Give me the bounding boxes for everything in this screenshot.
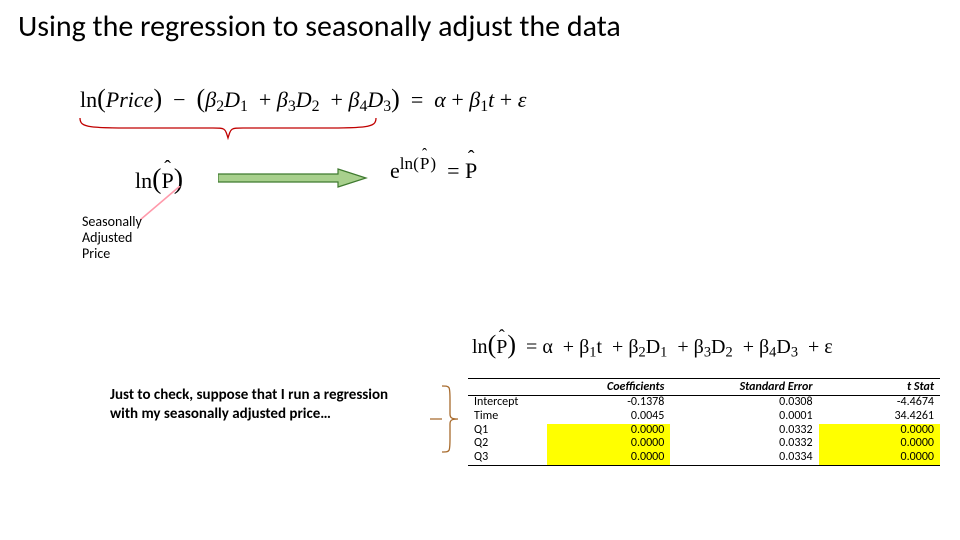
underbrace-icon bbox=[78, 116, 378, 144]
table-row: Q30.00000.03340.0000 bbox=[468, 451, 940, 465]
arrow-right-icon bbox=[218, 168, 368, 188]
connector-line-icon bbox=[140, 186, 220, 226]
table-cell: 0.0332 bbox=[670, 437, 818, 451]
col-coefficients: Coefficients bbox=[547, 379, 671, 396]
equation-3: ln(P) = α + β1t + β2D1 + β3D2 + β4D3 + ε bbox=[472, 330, 833, 360]
table-cell: 0.0334 bbox=[670, 451, 818, 465]
col-standard-error: Standard Error bbox=[670, 379, 818, 396]
table-cell: 0.0001 bbox=[670, 410, 818, 424]
table-cell: 0.0000 bbox=[547, 451, 671, 465]
equation-1: ln(Price) − (β2D1 + β3D2 + β4D3) = α + β… bbox=[80, 84, 526, 114]
table-cell: 0.0000 bbox=[547, 437, 671, 451]
table-row: Q10.00000.03320.0000 bbox=[468, 424, 940, 438]
table-cell: Q2 bbox=[468, 437, 547, 451]
table-cell: 0.0332 bbox=[670, 424, 818, 438]
col-blank bbox=[468, 379, 547, 396]
regression-table: Coefficients Standard Error t Stat Inter… bbox=[468, 378, 940, 466]
table-cell: -4.4674 bbox=[819, 396, 940, 410]
table-cell: 0.0308 bbox=[670, 396, 818, 410]
table-cell: 34.4261 bbox=[819, 410, 940, 424]
table-cell: 0.0000 bbox=[819, 451, 940, 465]
table-row: Time0.00450.000134.4261 bbox=[468, 410, 940, 424]
table-body: Intercept-0.13780.0308-4.4674Time0.00450… bbox=[468, 396, 940, 466]
table-cell: -0.1378 bbox=[547, 396, 671, 410]
brace-right-icon bbox=[428, 384, 462, 454]
table-cell: 0.0000 bbox=[819, 437, 940, 451]
table-cell: Q3 bbox=[468, 451, 547, 465]
table-header-row: Coefficients Standard Error t Stat bbox=[468, 379, 940, 396]
slide: Using the regression to seasonally adjus… bbox=[0, 0, 960, 540]
col-t-stat: t Stat bbox=[819, 379, 940, 396]
table-cell: Q1 bbox=[468, 424, 547, 438]
table-cell: Intercept bbox=[468, 396, 547, 410]
table-cell: 0.0000 bbox=[547, 424, 671, 438]
check-caption: Just to check, suppose that I run a regr… bbox=[110, 386, 400, 424]
slide-title: Using the regression to seasonally adjus… bbox=[18, 8, 621, 45]
table-cell: 0.0000 bbox=[819, 424, 940, 438]
seasonally-adjusted-price-label: SeasonallyAdjustedPrice bbox=[82, 214, 142, 262]
table-row: Intercept-0.13780.0308-4.4674 bbox=[468, 396, 940, 410]
table-row: Q20.00000.03320.0000 bbox=[468, 437, 940, 451]
equation-exp-lnphat: eln(P) = P bbox=[390, 158, 477, 184]
table-cell: 0.0045 bbox=[547, 410, 671, 424]
table-cell: Time bbox=[468, 410, 547, 424]
